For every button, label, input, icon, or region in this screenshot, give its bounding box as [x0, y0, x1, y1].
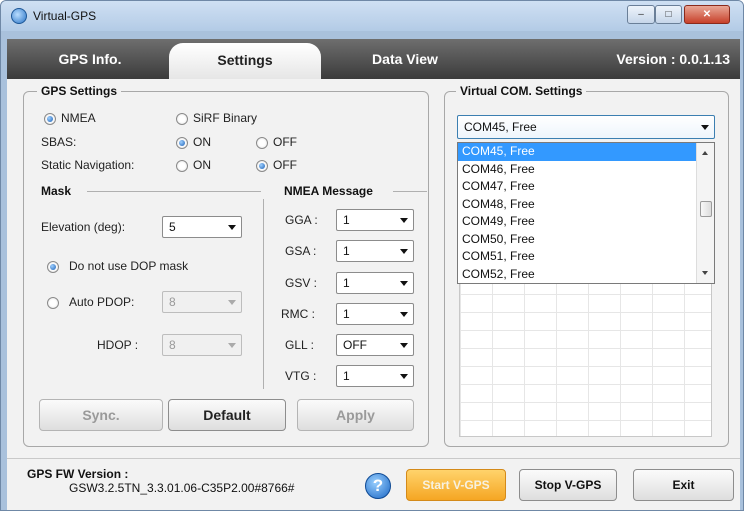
mask-nmea-separator: [263, 199, 264, 389]
com-port-table: [459, 275, 712, 437]
com-port-option[interactable]: COM51, Free: [458, 248, 696, 266]
elevation-select[interactable]: 5: [162, 216, 242, 238]
gsa-label: GSA :: [285, 244, 317, 258]
com-port-option[interactable]: COM47, Free: [458, 178, 696, 196]
sbas-label: SBAS:: [41, 135, 77, 149]
help-icon[interactable]: ?: [365, 473, 391, 499]
rmc-value: 1: [343, 307, 350, 321]
dropdown-scrollbar[interactable]: [696, 143, 714, 283]
com-port-option[interactable]: COM50, Free: [458, 231, 696, 249]
title-bar[interactable]: Virtual-GPS – □ ✕: [1, 1, 743, 31]
no-dop-mask-label: Do not use DOP mask: [69, 259, 189, 273]
maximize-button[interactable]: □: [655, 5, 682, 24]
chevron-down-icon: [228, 343, 236, 348]
hdop-value: 8: [169, 338, 176, 352]
no-dop-mask-radio[interactable]: [47, 261, 59, 273]
sbas-on-label: ON: [193, 135, 211, 149]
window-title: Virtual-GPS: [33, 9, 97, 23]
scroll-down-icon[interactable]: [702, 271, 708, 275]
gll-label: GLL :: [285, 338, 314, 352]
static-nav-off-label: OFF: [273, 158, 297, 172]
tab-gps-info[interactable]: GPS Info.: [35, 39, 145, 79]
vtg-label: VTG :: [285, 369, 317, 383]
close-button[interactable]: ✕: [684, 5, 730, 24]
tab-settings[interactable]: Settings: [169, 43, 321, 79]
tab-bar: GPS Info. Settings Data View Version : 0…: [7, 39, 740, 79]
sbas-on-radio[interactable]: [176, 137, 188, 149]
com-port-option[interactable]: COM49, Free: [458, 213, 696, 231]
nmea-message-divider: [393, 191, 427, 192]
nmea-radio[interactable]: [44, 113, 56, 125]
stop-vgps-button[interactable]: Stop V-GPS: [519, 469, 617, 501]
static-nav-off-radio[interactable]: [256, 160, 268, 172]
elevation-label: Elevation (deg):: [41, 220, 126, 234]
hdop-select[interactable]: 8: [162, 334, 242, 356]
gga-value: 1: [343, 213, 350, 227]
chevron-down-icon: [400, 374, 408, 379]
static-nav-label: Static Navigation:: [41, 158, 135, 172]
chevron-down-icon: [400, 281, 408, 286]
fw-version-value: GSW3.2.5TN_3.3.01.06-C35P2.00#8766#: [69, 481, 295, 495]
app-window: Virtual-GPS – □ ✕ GPS Info. Settings Dat…: [0, 0, 744, 511]
gsa-value: 1: [343, 244, 350, 258]
rmc-label: RMC :: [281, 307, 315, 321]
chevron-down-icon: [228, 300, 236, 305]
version-label: Version : 0.0.1.13: [616, 51, 730, 67]
chevron-down-icon: [701, 125, 709, 130]
virtual-com-title: Virtual COM. Settings: [456, 84, 587, 98]
default-button[interactable]: Default: [168, 399, 286, 431]
scroll-up-icon[interactable]: [702, 151, 708, 155]
status-bar: GPS FW Version : GSW3.2.5TN_3.3.01.06-C3…: [7, 458, 740, 510]
gsv-label: GSV :: [285, 276, 318, 290]
sync-button[interactable]: Sync.: [39, 399, 163, 431]
chevron-down-icon: [400, 343, 408, 348]
elevation-value: 5: [169, 220, 176, 234]
static-nav-on-label: ON: [193, 158, 211, 172]
start-vgps-button[interactable]: Start V-GPS: [406, 469, 506, 501]
sbas-off-radio[interactable]: [256, 137, 268, 149]
minimize-button[interactable]: –: [627, 5, 655, 24]
fw-version-title: GPS FW Version :: [27, 467, 129, 481]
sirf-binary-label: SiRF Binary: [193, 111, 258, 125]
gsv-value: 1: [343, 276, 350, 290]
auto-pdop-radio[interactable]: [47, 297, 59, 309]
gsa-select[interactable]: 1: [336, 240, 414, 262]
com-port-option[interactable]: COM45, Free: [458, 143, 696, 161]
gps-settings-title: GPS Settings: [37, 84, 122, 98]
apply-button[interactable]: Apply: [297, 399, 414, 431]
com-port-value: COM45, Free: [464, 120, 537, 134]
hdop-label: HDOP :: [97, 338, 139, 352]
com-port-option[interactable]: COM46, Free: [458, 161, 696, 179]
chevron-down-icon: [228, 225, 236, 230]
exit-button[interactable]: Exit: [633, 469, 734, 501]
chevron-down-icon: [400, 312, 408, 317]
nmea-message-title: NMEA Message: [284, 184, 373, 198]
auto-pdop-label: Auto PDOP:: [69, 295, 135, 309]
vtg-select[interactable]: 1: [336, 365, 414, 387]
com-port-option[interactable]: COM48, Free: [458, 196, 696, 214]
chevron-down-icon: [400, 249, 408, 254]
static-nav-on-radio[interactable]: [176, 160, 188, 172]
scroll-thumb[interactable]: [700, 201, 712, 217]
app-globe-icon: [11, 8, 27, 24]
com-port-dropdown-list[interactable]: COM45, Free COM46, Free COM47, Free COM4…: [457, 142, 715, 284]
gsv-select[interactable]: 1: [336, 272, 414, 294]
gll-value: OFF: [343, 338, 367, 352]
com-port-select[interactable]: COM45, Free: [457, 115, 715, 139]
sirf-binary-radio[interactable]: [176, 113, 188, 125]
rmc-select[interactable]: 1: [336, 303, 414, 325]
auto-pdop-select[interactable]: 8: [162, 291, 242, 313]
mask-divider: [87, 191, 261, 192]
com-port-option[interactable]: COM52, Free: [458, 266, 696, 284]
mask-title: Mask: [41, 184, 72, 198]
auto-pdop-value: 8: [169, 295, 176, 309]
vtg-value: 1: [343, 369, 350, 383]
gll-select[interactable]: OFF: [336, 334, 414, 356]
tab-data-view[interactable]: Data View: [353, 39, 457, 79]
nmea-label: NMEA: [61, 111, 96, 125]
sbas-off-label: OFF: [273, 135, 297, 149]
chevron-down-icon: [400, 218, 408, 223]
gga-select[interactable]: 1: [336, 209, 414, 231]
gga-label: GGA :: [285, 213, 318, 227]
